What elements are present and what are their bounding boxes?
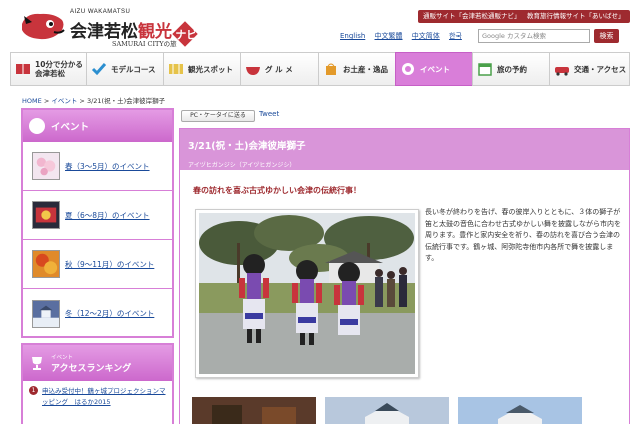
lang-korean-link[interactable]: 한국 xyxy=(449,32,462,40)
article-catchphrase: 春の訪れを喜ぶ古式ゆかしい会津の伝統行事！ xyxy=(193,186,361,195)
nav-item-reservation[interactable]: 旅の予約 xyxy=(472,52,549,86)
article-photo[interactable] xyxy=(195,209,419,378)
nav-label: グ ル メ xyxy=(265,64,293,74)
ranking-subtitle: イベント xyxy=(51,354,74,361)
education-site-button[interactable]: 教育旅行情報サイト「あいばせ」 xyxy=(522,10,630,23)
calendar-icon xyxy=(478,63,492,76)
sidebar-item-spring[interactable]: 春（3〜5月）のイベント xyxy=(23,142,172,191)
ranking-number: 1 xyxy=(29,386,38,395)
bowl-icon xyxy=(246,67,260,75)
sidebar-event-panel: イベント 春（3〜5月）のイベント 夏（6〜8月）のイベント 秋（9〜11月）の… xyxy=(21,108,174,338)
global-nav: 10分で分かる 会津若松 モデルコース 観光スポット グ ル メ お土産・逸品 イ… xyxy=(10,52,630,86)
season-label[interactable]: 夏（6〜8月）のイベント xyxy=(65,210,168,221)
article-panel: 3/21(祝・土)会津彼岸獅子 アイヅヒガンジシ（アイヅヒガンジシ） 春の訪れを… xyxy=(179,128,630,424)
nav-label: 会津若松 xyxy=(35,69,65,78)
nav-item-access[interactable]: 交通・アクセス xyxy=(549,52,630,86)
check-icon xyxy=(91,63,107,76)
search-input[interactable]: Google カスタム検索 xyxy=(478,29,590,43)
sidebar-item-autumn[interactable]: 秋（9〜11月）のイベント xyxy=(23,240,172,289)
sidebar-item-winter[interactable]: 冬（12〜2月）のイベント xyxy=(23,289,172,338)
site-header: AIZU WAKAMATSU 会津若松観光 ナビ SAMURAI CITYの旅 通… xyxy=(0,0,640,50)
article-description: 長い冬が終わりを告げ、春の彼岸入りとともに、３体の獅子が笛と太鼓の音色に合わせ古… xyxy=(425,208,621,262)
nav-label: 交通・アクセス xyxy=(574,64,627,74)
tweet-link[interactable]: Tweet xyxy=(259,110,279,118)
lang-english-link[interactable]: English xyxy=(340,32,365,40)
car-icon xyxy=(555,67,569,76)
article-header: 3/21(祝・土)会津彼岸獅子 アイヅヒガンジシ（アイヅヒガンジシ） xyxy=(180,129,629,170)
thumbnail-photo[interactable] xyxy=(192,397,316,424)
breadcrumb-separator: > xyxy=(79,97,85,105)
nav-label: イベント xyxy=(420,64,450,74)
lion-dance-photo xyxy=(199,213,415,374)
sidebar-ranking-panel: イベント アクセスランキング 1 申込み受付中！鶴ヶ城プロジェクションマッピング… xyxy=(21,343,174,424)
season-label[interactable]: 秋（9〜11月）のイベント xyxy=(65,259,168,270)
autumn-thumbnail xyxy=(32,250,60,278)
send-to-pc-mobile-button[interactable]: PC・ケータイに送る xyxy=(181,110,255,122)
summer-thumbnail xyxy=(32,201,60,229)
season-label[interactable]: 春（3〜5月）のイベント xyxy=(65,161,168,172)
sidebar-event-header: イベント xyxy=(23,110,172,142)
language-links: English 中文繁體 中文简体 한국 xyxy=(340,31,469,41)
sidebar-item-summer[interactable]: 夏（6〜8月）のイベント xyxy=(23,191,172,240)
breadcrumb: HOME > イベント > 3/21(祝・土)会津彼岸獅子 xyxy=(22,95,165,105)
article-reading: アイヅヒガンジシ（アイヅヒガンジシ） xyxy=(188,162,296,169)
ranking-item[interactable]: 1 申込み受付中！鶴ヶ城プロジェクションマッピング はるか2015 xyxy=(23,381,172,408)
logo-subtitle: SAMURAI CITYの旅 xyxy=(112,40,177,48)
breadcrumb-home[interactable]: HOME xyxy=(22,97,42,105)
nav-label: 旅の予約 xyxy=(497,64,527,74)
winter-thumbnail xyxy=(32,299,60,328)
nav-item-gourmet[interactable]: グ ル メ xyxy=(240,52,318,86)
bag-icon xyxy=(326,63,336,75)
map-icon xyxy=(169,64,183,74)
nav-item-about[interactable]: 10分で分かる 会津若松 xyxy=(10,52,86,86)
nav-label: お土産・逸品 xyxy=(343,64,388,74)
sidebar-event-title: イベント xyxy=(51,122,90,133)
ranking-link[interactable]: 申込み受付中！鶴ヶ城プロジェクションマッピング はるか2015 xyxy=(42,386,166,408)
ranking-title: アクセスランキング xyxy=(51,363,132,374)
logo-romaji: AIZU WAKAMATSU xyxy=(70,9,131,15)
thumbnail-photo[interactable] xyxy=(325,397,449,424)
thumbnail-photo[interactable] xyxy=(458,397,582,424)
shopping-site-button[interactable]: 通販サイト「会津若松通販ナビ」 xyxy=(418,10,526,23)
nav-label: モデルコース xyxy=(111,64,156,74)
breadcrumb-current: 3/21(祝・土)会津彼岸獅子 xyxy=(86,97,166,105)
photo-thumbnails xyxy=(192,397,632,424)
lang-traditional-chinese-link[interactable]: 中文繁體 xyxy=(375,32,403,40)
site-logo[interactable]: AIZU WAKAMATSU 会津若松観光 ナビ SAMURAI CITYの旅 xyxy=(20,8,235,48)
spring-thumbnail xyxy=(32,152,60,180)
event-badge-icon xyxy=(29,118,45,134)
event-icon xyxy=(402,63,414,75)
breadcrumb-event[interactable]: イベント xyxy=(51,97,77,105)
article-title: 3/21(祝・土)会津彼岸獅子 xyxy=(188,141,306,152)
akabeko-mascot-icon xyxy=(22,13,65,40)
nav-item-event[interactable]: イベント xyxy=(395,52,472,86)
book-icon xyxy=(16,64,30,74)
lang-simplified-chinese-link[interactable]: 中文简体 xyxy=(412,32,440,40)
nav-item-spots[interactable]: 観光スポット xyxy=(163,52,240,86)
nav-label: 10分で分かる xyxy=(35,60,83,69)
nav-item-model-course[interactable]: モデルコース xyxy=(86,52,163,86)
trophy-icon xyxy=(32,357,42,370)
nav-label: 観光スポット xyxy=(188,64,233,74)
season-label[interactable]: 冬（12〜2月）のイベント xyxy=(65,308,168,319)
search-button[interactable]: 検索 xyxy=(594,29,619,43)
breadcrumb-separator: > xyxy=(43,97,50,105)
nav-item-souvenir[interactable]: お土産・逸品 xyxy=(318,52,395,86)
ranking-header: イベント アクセスランキング xyxy=(23,345,172,381)
